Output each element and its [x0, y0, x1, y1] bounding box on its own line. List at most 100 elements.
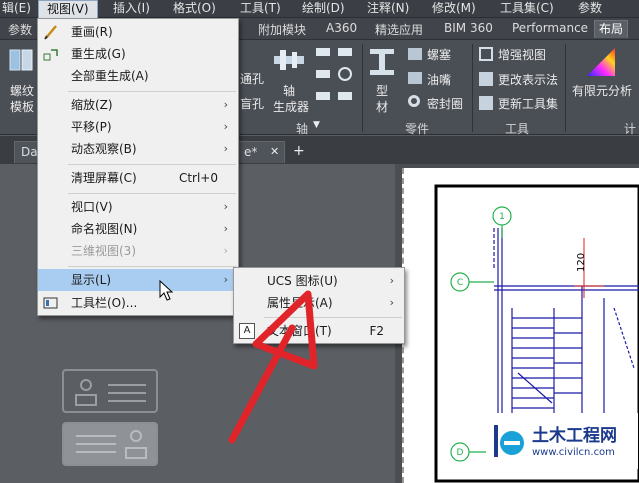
doc-tab-label: Da — [21, 145, 38, 159]
shortcut-label: F2 — [369, 324, 384, 338]
menu-item-viewports[interactable]: 视口(V) › — [38, 196, 238, 218]
calc-panel-title: 计 — [624, 122, 637, 136]
structural-shape-icon[interactable] — [366, 46, 398, 78]
menu-view[interactable]: 视图(V) — [38, 0, 98, 18]
menu-edit[interactable]: 辑(E) — [2, 0, 31, 18]
menu-item-ucs-icon[interactable]: UCS 图标(U) › — [234, 270, 404, 292]
update-toolset-label[interactable]: 更新工具集 — [498, 95, 558, 112]
through-hole-label[interactable]: 通孔 — [240, 70, 264, 87]
tab-addins[interactable]: 附加模块 — [258, 21, 306, 38]
menu-item-clean-screen[interactable]: 清理屏幕(C) Ctrl+0 — [38, 167, 238, 189]
axis-label: 轴 — [283, 84, 296, 98]
menu-item-named-views[interactable]: 命名视图(N) › — [38, 218, 238, 240]
menu-tools[interactable]: 工具(T) — [240, 0, 281, 18]
material-label: 材 — [376, 100, 389, 114]
annotation-arrow-icon — [228, 290, 318, 444]
plug-label[interactable]: 螺塞 — [427, 46, 451, 63]
menu-item-toolbars[interactable]: 工具栏(O)... — [38, 292, 238, 314]
view-menu: 重画(R) 重生成(G) 全部重生成(A) 缩放(Z) › 平移(P) › 动态观察… — [37, 18, 239, 316]
grease-nipple-icon[interactable] — [408, 72, 422, 84]
submenu-arrow-icon: › — [389, 296, 394, 309]
menu-format[interactable]: 格式(O) — [173, 0, 216, 18]
menu-annotate[interactable]: 注释(N) — [367, 0, 409, 18]
grid-label-d: D — [457, 448, 464, 458]
axis-panel-title: 轴 — [296, 122, 309, 136]
grease-nipple-label[interactable]: 油嘴 — [427, 71, 451, 88]
shortcut-label: Ctrl+0 — [178, 171, 218, 185]
parts-panel-title: 零件 — [405, 122, 430, 136]
enhanced-view-icon[interactable] — [479, 47, 493, 61]
contact-card-reverse-icon[interactable] — [62, 422, 158, 466]
ribbon-separator — [362, 44, 363, 132]
watermark: 土木工程网 www.civilcn.com — [486, 413, 638, 469]
menu-toolsets[interactable]: 工具集(C) — [500, 0, 554, 18]
menu-item-orbit[interactable]: 动态观察(B) › — [38, 138, 238, 160]
menu-separator — [68, 164, 236, 165]
fea-label: 有限元分析 — [572, 84, 633, 98]
submenu-arrow-icon: › — [223, 142, 228, 155]
tab-bim360[interactable]: BIM 360 — [444, 21, 493, 35]
fea-icon[interactable] — [585, 46, 617, 78]
menu-modify[interactable]: 修改(M) — [432, 0, 476, 18]
enhanced-view-label[interactable]: 增强视图 — [498, 46, 546, 63]
submenu-arrow-icon: › — [223, 273, 228, 286]
axis-tools-icon[interactable] — [314, 44, 358, 108]
change-representation-icon[interactable] — [479, 72, 493, 86]
menu-insert[interactable]: 插入(I) — [113, 0, 150, 18]
ribbon-separator — [565, 44, 566, 132]
tools-panel-title: 工具 — [505, 122, 530, 136]
menu-item-pan[interactable]: 平移(P) › — [38, 116, 238, 138]
thread-template-icon[interactable] — [8, 46, 34, 76]
tab-a360[interactable]: A360 — [326, 21, 357, 35]
menu-item-regen[interactable]: 重生成(G) — [38, 43, 238, 65]
tab-featured-apps[interactable]: 精选应用 — [375, 21, 423, 38]
thread-label: 螺纹 — [10, 84, 35, 98]
menu-separator — [68, 91, 236, 92]
dimension-text: 120 — [576, 253, 587, 272]
menu-item-3d-views: 三维视图(3) › — [38, 240, 238, 262]
menu-separator — [68, 193, 236, 194]
submenu-arrow-icon: › — [223, 120, 228, 133]
seal-ring-label[interactable]: 密封圈 — [427, 95, 463, 112]
contact-card-icon[interactable] — [62, 369, 158, 413]
submenu-arrow-icon: › — [223, 200, 228, 213]
submenu-arrow-icon: › — [223, 244, 228, 257]
watermark-title: 土木工程网 — [532, 426, 617, 446]
watermark-url: www.civilcn.com — [532, 447, 615, 458]
seal-ring-icon[interactable] — [408, 95, 420, 107]
toolbars-icon — [43, 297, 58, 309]
menu-item-zoom[interactable]: 缩放(Z) › — [38, 94, 238, 116]
menu-param[interactable]: 参数 — [578, 0, 602, 18]
tab-layout[interactable]: 布局 — [594, 20, 629, 38]
shape-label: 型 — [376, 84, 389, 98]
doc-tab-label: e* — [244, 145, 258, 159]
tab-param[interactable]: 参数 — [8, 21, 32, 38]
menu-item-redraw[interactable]: 重画(R) — [38, 21, 238, 43]
blind-hole-label[interactable]: 盲孔 — [240, 95, 264, 112]
submenu-arrow-icon: › — [389, 274, 394, 287]
axis-panel-dropdown-icon[interactable]: ▼ — [313, 120, 320, 130]
grid-label-1: 1 — [499, 212, 505, 222]
shaft-generator-icon[interactable] — [272, 46, 306, 74]
close-tab-icon[interactable]: ✕ — [270, 145, 279, 158]
generator-label: 生成器 — [273, 100, 310, 114]
change-representation-label[interactable]: 更改表示法 — [498, 71, 558, 88]
grid-label-c: C — [457, 278, 463, 288]
redraw-icon — [44, 25, 57, 40]
mouse-cursor-icon — [159, 280, 174, 301]
template-label: 模板 — [10, 100, 35, 114]
menu-separator — [68, 266, 236, 267]
submenu-arrow-icon: › — [223, 222, 228, 235]
menu-item-regen-all[interactable]: 全部重生成(A) — [38, 65, 238, 87]
regen-icon — [43, 49, 58, 61]
plug-icon[interactable] — [408, 48, 422, 60]
tab-performance[interactable]: Performance — [512, 21, 588, 35]
menu-draw[interactable]: 绘制(D) — [302, 0, 345, 18]
ribbon-separator — [472, 44, 473, 132]
submenu-arrow-icon: › — [223, 98, 228, 111]
menu-bar: 辑(E) 视图(V) 插入(I) 格式(O) 工具(T) 绘制(D) 注释(N)… — [0, 0, 639, 18]
new-tab-icon[interactable]: + — [293, 143, 305, 159]
watermark-logo-icon — [494, 425, 524, 457]
update-toolset-icon[interactable] — [479, 96, 493, 110]
menu-item-display[interactable]: 显示(L) › — [38, 269, 238, 291]
